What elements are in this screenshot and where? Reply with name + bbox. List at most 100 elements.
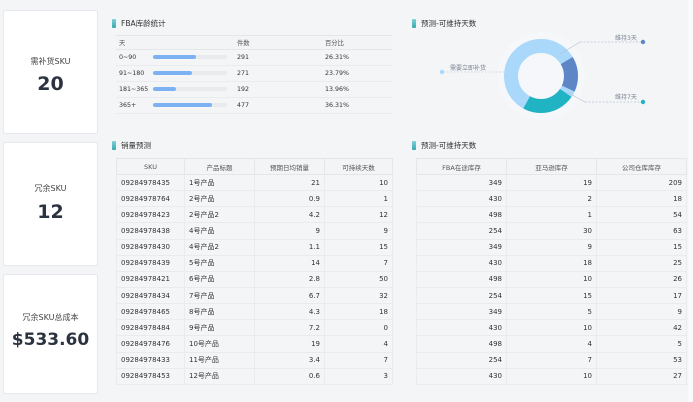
fba-inbound-cell: 349 [416,238,507,256]
warehouse-stock-cell: 15 [596,238,687,256]
days-cell: 15 [324,238,393,256]
fba-inbound-cell: 349 [416,173,507,192]
table-row: 498 1 54 [416,206,687,224]
daily-sales-cell: 9 [254,222,325,240]
range-label: 181~365 [119,86,149,93]
product-title-cell: 2号产品 [184,190,255,208]
section-icon [112,18,116,28]
col-header: 亚马逊库存 [506,158,597,175]
sku-cell: 09284978465 [116,303,185,321]
warehouse-stock-cell: 53 [596,351,687,369]
days-cell: 9 [324,222,393,240]
stock-title: 预测-可维持天数 [412,140,476,150]
table-row: 254 15 17 [416,286,687,305]
progress-bar [153,71,227,75]
fba-inbound-cell: 254 [416,222,507,240]
amazon-stock-cell: 4 [506,335,597,353]
warehouse-stock-cell: 5 [596,335,687,353]
kpi-value: 20 [37,73,64,95]
table-row: 09284978421 6号产品 2.8 50 [116,270,393,288]
sku-cell: 09284978430 [116,238,185,256]
warehouse-stock-cell: 26 [596,270,687,288]
amazon-stock-cell: 30 [506,222,597,240]
daily-sales-cell: 19 [254,335,325,353]
table-row: 349 5 9 [416,303,687,321]
col-header: 件数 [234,35,322,50]
fba-inbound-cell: 254 [416,351,507,369]
pct-cell: 26.31% [322,49,392,66]
donut-title: 预测-可维持天数 [412,18,476,28]
progress-bar [153,87,227,91]
col-header: FBA在途库存 [416,158,507,175]
table-row: 09284978453 12号产品 0.6 3 [116,367,393,385]
amazon-stock-cell: 2 [506,190,597,208]
donut-chart: 维持3天 维持7天 需要立即补货 [439,32,646,120]
warehouse-stock-cell: 9 [596,303,687,321]
warehouse-stock-cell: 17 [596,286,687,305]
count-cell: 291 [234,49,322,66]
table-row: 498 4 5 [416,335,687,353]
fba-inbound-cell: 498 [416,335,507,353]
amazon-stock-cell: 7 [506,351,597,369]
section-icon [412,18,416,28]
col-header: SKU [116,158,185,175]
days-cell: 32 [324,286,393,305]
col-header: 预期日均销量 [254,158,325,175]
days-cell: 7 [324,351,393,369]
warehouse-stock-cell: 27 [596,367,687,385]
table-row: 349 19 209 [416,173,687,192]
table-row: 09284978423 2号产品2 4.2 12 [116,206,393,224]
sku-cell: 09284978764 [116,190,185,208]
table-row: 09284978430 4号产品2 1.1 15 [116,238,393,256]
sku-cell: 09284978438 [116,222,185,240]
kpi-value: $533.60 [11,330,90,350]
warehouse-stock-cell: 63 [596,222,687,240]
section-icon [112,140,116,150]
progress-bar [153,103,227,107]
amazon-stock-cell: 15 [506,286,597,305]
kpi-value: 12 [37,201,64,223]
kpi-card-restock: 需补货SKU 20 [3,10,98,134]
fba-inbound-cell: 498 [416,270,507,288]
product-title-cell: 6号产品 [184,270,255,288]
product-title-cell: 7号产品 [184,286,255,305]
table-row: 349 9 15 [416,238,687,256]
product-title-cell: 2号产品2 [184,206,255,224]
daily-sales-cell: 1.1 [254,238,325,256]
fba-inbound-cell: 430 [416,367,507,385]
amazon-stock-cell: 10 [506,367,597,385]
daily-sales-cell: 4.3 [254,303,325,321]
fba-inbound-cell: 430 [416,254,507,272]
label-need: 需要立即补货 [450,64,486,72]
range-label: 365+ [119,102,137,109]
kpi-label: 冗余SKU总成本 [22,313,79,322]
daily-sales-cell: 14 [254,254,325,272]
product-title-cell: 9号产品 [184,319,255,337]
label-3d: 维持3天 [615,34,637,42]
table-row: 430 18 25 [416,254,687,272]
days-cell: 3 [324,367,393,385]
amazon-stock-cell: 10 [506,270,597,288]
warehouse-stock-cell: 209 [596,173,687,192]
table-row: 254 30 63 [416,222,687,240]
fba-inbound-cell: 349 [416,303,507,321]
sku-cell: 09284978433 [116,351,185,369]
table-row: 498 10 26 [416,270,687,288]
section-icon [412,140,416,150]
amazon-stock-cell: 9 [506,238,597,256]
fba-inbound-cell: 430 [416,190,507,208]
leader-dot [640,99,646,105]
sku-cell: 09284978421 [116,270,185,288]
col-header: 天 [116,35,234,50]
warehouse-stock-cell: 42 [596,319,687,337]
product-title-cell: 10号产品 [184,335,255,353]
product-title-cell: 8号产品 [184,303,255,321]
leader-dot [640,39,646,45]
scrollbar[interactable] [688,0,693,402]
kpi-label: 冗余SKU [34,184,67,193]
amazon-stock-cell: 10 [506,319,597,337]
table-row: 09284978434 7号产品 6.7 32 [116,286,393,305]
table-row: 09284978484 9号产品 7.2 0 [116,319,393,337]
sku-cell: 09284978439 [116,254,185,272]
warehouse-stock-cell: 25 [596,254,687,272]
